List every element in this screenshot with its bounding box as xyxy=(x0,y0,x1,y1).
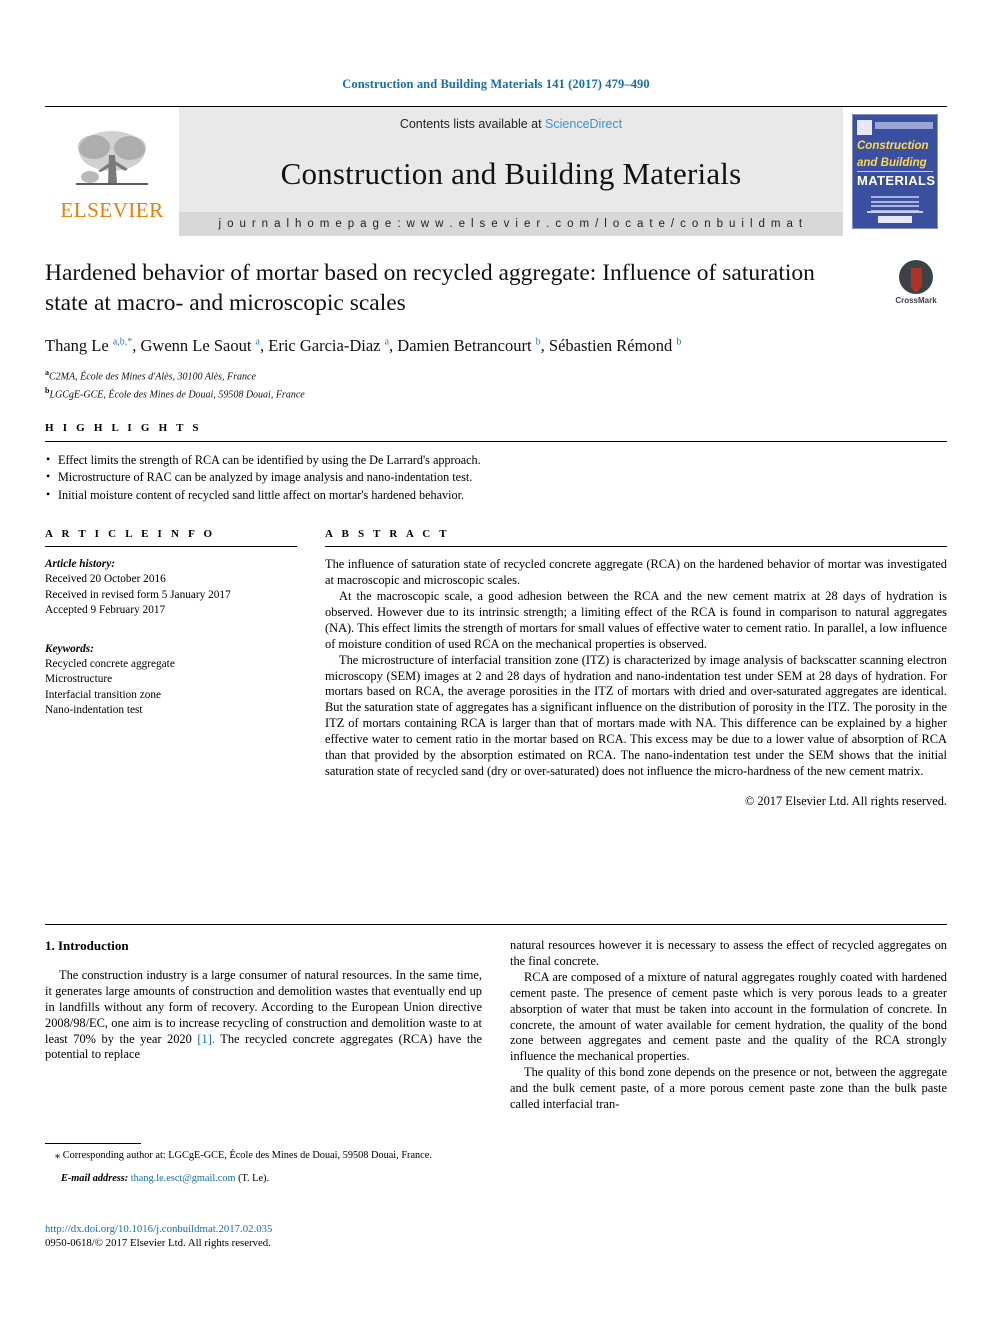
author-list: Thang Le a,b,*, Gwenn Le Saout a, Eric G… xyxy=(45,336,682,355)
abstract-divider xyxy=(325,546,947,548)
paper-page: Construction and Building Materials 141 … xyxy=(0,0,992,1323)
contents-available-line: Contents lists available at ScienceDirec… xyxy=(400,117,622,131)
body-top-divider xyxy=(45,924,947,925)
affiliation-b: bLGCgE-GCE, École des Mines de Douai, 59… xyxy=(45,384,947,402)
affiliation-text-b: LGCgE-GCE, École des Mines de Douai, 595… xyxy=(49,389,305,401)
keyword-item: Recycled concrete aggregate xyxy=(45,658,175,671)
cover-footer xyxy=(853,209,937,223)
history-accepted: Accepted 9 February 2017 xyxy=(45,603,166,616)
abstract-paragraph: The microstructure of interfacial transi… xyxy=(325,652,947,778)
info-abstract-section: A R T I C L E I N F O Article history: R… xyxy=(45,528,947,809)
footnote-divider xyxy=(45,1143,141,1144)
keyword-item: Microstructure xyxy=(45,673,113,686)
elsevier-wordmark: ELSEVIER xyxy=(60,197,164,222)
abstract-body: The influence of saturation state of rec… xyxy=(325,557,947,780)
cover-top-row xyxy=(857,120,933,135)
article-info-divider xyxy=(45,546,297,548)
cover-line-3: MATERIALS xyxy=(857,171,936,188)
affiliation-a: aC2MA, École des Mines d'Alès, 30100 Alè… xyxy=(45,366,947,384)
body-paragraph: The quality of this bond zone depends on… xyxy=(510,1065,947,1112)
body-paragraph: natural resources however it is necessar… xyxy=(510,938,947,968)
elsevier-tree-icon xyxy=(76,130,148,185)
history-received: Received 20 October 2016 xyxy=(45,573,166,586)
keywords-block: Keywords: Recycled concrete aggregate Mi… xyxy=(45,642,297,718)
abstract-copyright: © 2017 Elsevier Ltd. All rights reserved… xyxy=(744,793,947,808)
crossmark-badge[interactable]: CrossMark xyxy=(885,260,947,312)
journal-cover-thumbnail: Construction and Building MATERIALS xyxy=(843,107,947,236)
highlights-section: H I G H L I G H T S Effect limits the st… xyxy=(45,422,947,505)
footnote-block: ⁎ Corresponding author at: LGCgE-GCE, Éc… xyxy=(45,1143,497,1185)
affiliation-text-a: C2MA, École des Mines d'Alès, 30100 Alès… xyxy=(49,371,256,383)
body-columns: 1. Introduction The construction industr… xyxy=(45,938,947,1113)
doi-link[interactable]: http://dx.doi.org/10.1016/j.conbuildmat.… xyxy=(45,1222,505,1236)
elsevier-logo: ELSEVIER xyxy=(45,107,179,236)
article-history-label: Article history: xyxy=(45,558,115,571)
cover-image: Construction and Building MATERIALS xyxy=(852,114,938,229)
cover-stripe xyxy=(875,122,933,129)
email-note: E-mail address: thang.le.esct@gmail.com … xyxy=(45,1172,497,1186)
abstract-heading: A B S T R A C T xyxy=(325,528,450,541)
article-info-heading: A R T I C L E I N F O xyxy=(45,528,216,541)
history-revised: Received in revised form 5 January 2017 xyxy=(45,588,231,601)
abstract-column: A B S T R A C T The influence of saturat… xyxy=(325,528,947,809)
abstract-paragraph: At the macroscopic scale, a good adhesio… xyxy=(325,588,947,651)
highlights-divider xyxy=(45,440,947,442)
body-paragraph: RCA are composed of a mixture of natural… xyxy=(510,969,947,1064)
abstract-paragraph: The influence of saturation state of rec… xyxy=(325,557,947,588)
journal-title: Construction and Building Materials xyxy=(280,155,742,191)
body-left-column: 1. Introduction The construction industr… xyxy=(45,938,482,1113)
crossmark-label: CrossMark xyxy=(895,296,937,305)
journal-masthead: ELSEVIER Contents lists available at Sci… xyxy=(45,106,947,236)
title-block: Hardened behavior of mortar based on rec… xyxy=(45,258,947,402)
sciencedirect-link[interactable]: ScienceDirect xyxy=(545,117,622,131)
article-info-column: A R T I C L E I N F O Article history: R… xyxy=(45,528,297,809)
keyword-item: Nano-indentation test xyxy=(45,703,143,716)
email-link[interactable]: thang.le.esct@gmail.com xyxy=(131,1173,236,1184)
keyword-item: Interfacial transition zone xyxy=(45,688,162,701)
list-item: Effect limits the strength of RCA can be… xyxy=(45,451,947,470)
keywords-label: Keywords: xyxy=(45,642,94,655)
email-label: E-mail address: xyxy=(61,1172,129,1184)
contents-prefix: Contents lists available at xyxy=(399,117,546,131)
cover-badge-icon xyxy=(857,120,872,135)
body-paragraph: The construction industry is a large con… xyxy=(45,968,482,1063)
section-heading-introduction: 1. Introduction xyxy=(45,938,129,953)
list-item: Microstructure of RAC can be analyzed by… xyxy=(45,468,947,487)
corresponding-author-note: ⁎ Corresponding author at: LGCgE-GCE, Éc… xyxy=(55,1150,432,1161)
article-history-block: Article history: Received 20 October 201… xyxy=(45,557,297,618)
citation-link-1[interactable]: [1]. xyxy=(197,1032,215,1046)
masthead-center: Contents lists available at ScienceDirec… xyxy=(179,107,843,236)
issn-copyright: 0950-0618/© 2017 Elsevier Ltd. All right… xyxy=(45,1237,271,1249)
affiliation-list: aC2MA, École des Mines d'Alès, 30100 Alè… xyxy=(45,366,947,402)
body-right-column: natural resources however it is necessar… xyxy=(510,938,947,1113)
crossmark-icon xyxy=(899,260,933,294)
email-suffix: (T. Le). xyxy=(235,1172,270,1184)
doi-block: http://dx.doi.org/10.1016/j.conbuildmat.… xyxy=(45,1222,505,1250)
cover-line-2: and Building xyxy=(857,157,927,169)
running-head: Construction and Building Materials 141 … xyxy=(342,77,650,91)
page-title: Hardened behavior of mortar based on rec… xyxy=(45,260,815,316)
journal-homepage-bar[interactable]: j o u r n a l h o m e p a g e : w w w . … xyxy=(179,212,843,236)
cover-line-1: Construction xyxy=(857,140,929,152)
highlights-list: Effect limits the strength of RCA can be… xyxy=(45,451,947,505)
highlights-heading: H I G H L I G H T S xyxy=(45,421,202,434)
list-item: Initial moisture content of recycled san… xyxy=(45,486,947,505)
